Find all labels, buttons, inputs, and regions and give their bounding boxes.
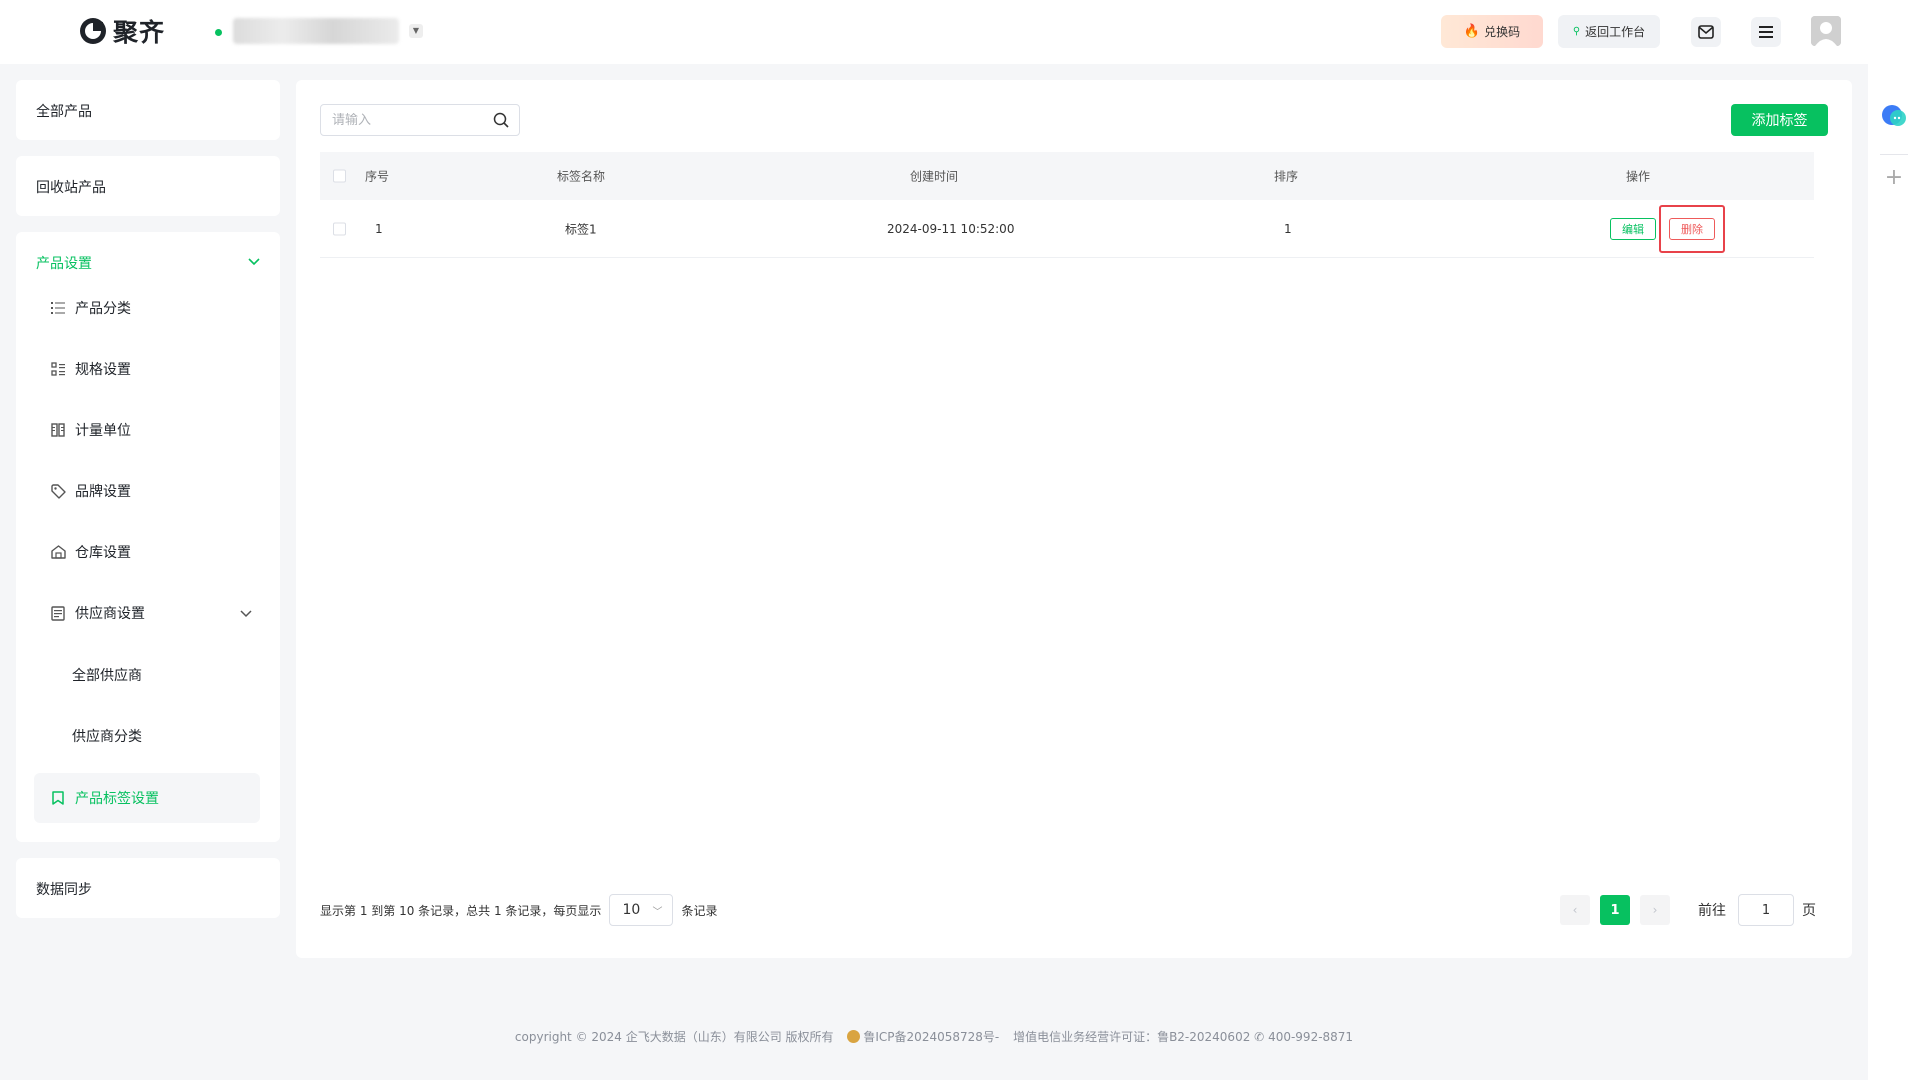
sidebar-item-label: 全部产品 [36,104,92,120]
page-size-select[interactable]: 10 ﹀ [609,894,674,926]
sidebar-item-label: 品牌设置 [75,484,131,500]
delete-button[interactable]: 删除 [1669,217,1715,240]
sidebar-item-label: 数据同步 [36,882,92,898]
sidebar-item-label: 产品标签设置 [75,791,159,807]
ruler-icon [50,422,66,438]
back-to-workbench-label: 返回工作台 [1585,25,1646,39]
menu-icon[interactable] [1751,17,1781,47]
footer: copyright © 2024 企飞大数据（山东）有限公司 版权所有 鲁ICP… [0,1028,1868,1045]
footer-copyright: copyright © 2024 企飞大数据（山东）有限公司 版权所有 [514,1030,834,1044]
row-created-time: 2024-09-11 10:52:00 [887,221,1015,236]
pagination-unit: 条记录 [681,903,718,918]
search-box [320,104,520,136]
police-badge-icon [847,1030,861,1043]
sidebar-item-tag-settings[interactable]: 产品标签设置 [34,773,260,823]
back-to-workbench-button[interactable]: ⚲ 返回工作台 [1558,15,1660,48]
pagination-summary: 显示第 1 到第 10 条记录，总共 1 条记录，每页显示 10 ﹀ 条记录 [320,894,717,926]
row-sort: 1 [1284,221,1292,236]
sidebar-item-product-category[interactable]: 产品分类 [34,285,260,331]
main-panel: 添加标签 序号 标签名称 创建时间 排序 操作 1 标签1 2024-09-11… [296,80,1852,958]
search-small-icon: ⚲ [1572,26,1581,37]
right-rail: + [1868,64,1920,1080]
store-selector[interactable] [233,18,399,44]
phone-icon: ✆ [1254,1030,1265,1044]
caret-down-icon[interactable]: ▼ [409,24,423,38]
column-header-name: 标签名称 [557,169,606,184]
sidebar-subitem-supplier-category[interactable]: 供应商分类 [72,726,142,746]
add-tag-button[interactable]: 添加标签 [1731,104,1828,136]
table-row: 1 标签1 2024-09-11 10:52:00 1 编辑 删除 [320,200,1814,258]
list-icon [50,300,66,316]
column-header-sort: 排序 [1274,169,1299,184]
status-dot [215,29,222,36]
chevron-down-icon[interactable] [240,610,252,618]
footer-license: 增值电信业务经营许可证：鲁B2-20240602 [1013,1030,1251,1044]
sidebar-item-label: 回收站产品 [36,180,106,196]
sidebar-item-label: 产品分类 [75,301,131,317]
fire-icon: 🔥 [1463,24,1481,39]
page-suffix: 页 [1802,903,1816,919]
user-avatar[interactable] [1811,16,1841,46]
redeem-code-label: 兑换码 [1484,25,1521,39]
bookmark-icon [50,790,66,806]
page-number-current[interactable]: 1 [1600,895,1630,925]
redeem-code-button[interactable]: 🔥 兑换码 [1441,15,1543,48]
logo-icon [80,18,106,44]
column-header-created: 创建时间 [910,169,959,184]
brand-name: 聚齐 [113,18,166,47]
sidebar-recycle-products[interactable]: 回收站产品 [16,156,280,216]
goto-page-input[interactable] [1738,894,1794,926]
search-icon[interactable] [493,112,509,128]
rail-divider [1880,154,1908,155]
footer-phone: 400-992-8871 [1268,1030,1354,1044]
sidebar-item-label: 供应商设置 [75,606,145,622]
sidebar-item-label: 计量单位 [75,423,131,439]
spec-icon [50,361,66,377]
chevron-down-icon: ﹀ [652,907,663,918]
sidebar-item-spec-settings[interactable]: 规格设置 [34,346,260,392]
prev-page-button[interactable]: ‹ [1560,895,1590,925]
row-tag-name: 标签1 [565,222,597,236]
sidebar-item-brand-settings[interactable]: 品牌设置 [34,468,260,514]
row-checkbox[interactable] [333,222,346,235]
chevron-up-icon[interactable] [248,258,260,266]
sidebar-item-label: 仓库设置 [75,545,131,561]
sidebar-subitem-all-suppliers[interactable]: 全部供应商 [72,665,142,685]
goto-label: 前往 [1698,903,1726,919]
column-header-actions: 操作 [1626,169,1651,184]
pagination-summary-text: 显示第 1 到第 10 条记录，总共 1 条记录，每页显示 [320,903,602,918]
top-header: 聚齐 ▼ 🔥 兑换码 ⚲ 返回工作台 [0,0,1920,64]
pagination-controls: ‹ 1 › 前往 页 [1550,894,1816,926]
sidebar-item-unit[interactable]: 计量单位 [34,407,260,453]
brand-logo[interactable]: 聚齐 [78,14,165,48]
mail-icon[interactable] [1691,17,1721,47]
select-all-checkbox[interactable] [333,169,346,183]
sidebar-item-label: 规格设置 [75,362,131,378]
chat-bubble-icon[interactable] [1881,104,1907,128]
sidebar-product-settings-title[interactable]: 产品设置 [36,253,92,273]
page-size-value: 10 [622,902,641,918]
sidebar-data-sync[interactable]: 数据同步 [16,858,280,918]
sidebar-all-products[interactable]: 全部产品 [16,80,280,140]
supplier-icon [50,605,66,621]
search-input[interactable] [332,112,492,128]
edit-button[interactable]: 编辑 [1610,217,1656,240]
footer-icp[interactable]: 鲁ICP备2024058728号- [863,1030,999,1044]
tag-icon [50,483,66,499]
plus-icon[interactable]: + [1880,164,1908,192]
sidebar-item-warehouse-settings[interactable]: 仓库设置 [34,529,260,575]
row-index: 1 [375,221,383,236]
table-header: 序号 标签名称 创建时间 排序 操作 [320,152,1814,200]
tag-table: 序号 标签名称 创建时间 排序 操作 1 标签1 2024-09-11 10:5… [320,152,1814,258]
column-header-index: 序号 [365,169,390,184]
warehouse-icon [50,544,66,560]
next-page-button[interactable]: › [1640,895,1670,925]
sidebar-item-supplier-settings[interactable]: 供应商设置 [34,590,260,636]
